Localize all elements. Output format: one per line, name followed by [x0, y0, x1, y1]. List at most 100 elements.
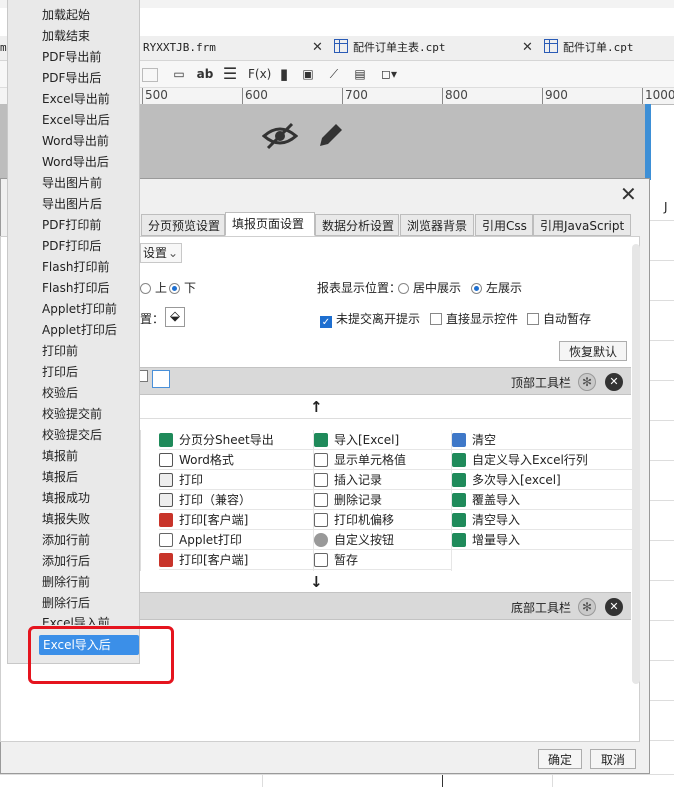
edit-pencil-icon[interactable] — [314, 120, 346, 152]
menu-item[interactable]: 添加行前 — [42, 530, 90, 550]
menu-item[interactable]: PDF打印后 — [42, 236, 101, 256]
menu-item[interactable]: 加载结束 — [42, 26, 90, 46]
position-top-radio[interactable]: 上 — [140, 279, 167, 296]
menu-item[interactable]: Word导出前 — [42, 131, 109, 151]
direct-controls-checkbox[interactable]: 直接显示控件 — [430, 310, 518, 327]
button-item[interactable]: 清空导入 — [452, 510, 632, 530]
tab-browser-bg[interactable]: 浏览器背景 — [400, 214, 474, 236]
button-item[interactable]: 覆盖导入 — [452, 490, 632, 510]
border-dropdown-icon[interactable]: ◻▾ — [378, 65, 400, 83]
image-icon[interactable]: ▣ — [300, 65, 316, 83]
slash-icon[interactable]: ⟋ — [326, 65, 342, 83]
button-item[interactable]: 增量导入 — [452, 530, 632, 550]
menu-item[interactable]: PDF打印前 — [42, 215, 101, 235]
menu-item[interactable]: 校验提交后 — [42, 425, 102, 445]
button-item[interactable]: Applet打印 — [159, 530, 313, 550]
tab-ryxxtjb[interactable]: RYXXTJB.frm — [143, 36, 216, 60]
menu-item[interactable]: Word导出后 — [42, 152, 109, 172]
button-label: 打印（兼容） — [179, 493, 252, 507]
close-icon[interactable]: ✕ — [605, 373, 623, 391]
eye-hidden-icon[interactable] — [262, 120, 298, 152]
menu-item[interactable]: 校验后 — [42, 383, 78, 403]
button-item[interactable]: 打印[客户端] — [159, 510, 313, 530]
menu-item[interactable]: PDF导出后 — [42, 68, 101, 88]
menu-item[interactable]: 填报失败 — [42, 509, 90, 529]
excel-icon — [452, 473, 466, 487]
paint-bucket-icon[interactable]: ⬙ — [165, 307, 185, 327]
button-item[interactable]: 自定义按钮 — [314, 530, 452, 550]
left-display-radio[interactable]: 左展示 — [471, 279, 522, 296]
button-item[interactable]: 插入记录 — [314, 470, 452, 490]
tab-data-analysis[interactable]: 数据分析设置 — [315, 214, 399, 236]
panel-scrollbar[interactable] — [632, 244, 640, 684]
menu-item[interactable]: Applet打印前 — [42, 299, 117, 319]
cancel-button[interactable]: 取消 — [590, 749, 636, 769]
tab-peijian[interactable]: 配件订单.cpt — [544, 36, 634, 60]
button-item[interactable]: 打印 — [159, 470, 313, 490]
menu-item[interactable]: PDF导出前 — [42, 47, 101, 67]
settings-dropdown[interactable]: 设置 ⌄ — [140, 243, 182, 263]
tab-ref-js[interactable]: 引用JavaScript — [533, 214, 631, 236]
restore-default-button[interactable]: 恢复默认 — [559, 341, 627, 361]
button-item[interactable]: 暂存 — [314, 550, 452, 570]
menu-item[interactable]: 删除行前 — [42, 572, 90, 592]
tab-peijian-main[interactable]: 配件订单主表.cpt — [334, 36, 446, 60]
position-bottom-radio[interactable]: 下 — [169, 279, 196, 296]
toolbar-preview-icon[interactable] — [152, 370, 170, 388]
tab-page-preview[interactable]: 分页预览设置 — [141, 214, 225, 236]
menu-item[interactable]: 添加行后 — [42, 551, 90, 571]
menu-item[interactable]: 填报后 — [42, 467, 78, 487]
confirm-button[interactable]: 确定 — [538, 749, 582, 769]
menu-item[interactable]: 校验提交前 — [42, 404, 102, 424]
menu-item[interactable]: Flash打印后 — [42, 278, 109, 298]
button-item[interactable]: 导入[Excel] — [314, 430, 452, 450]
arrow-down-icon[interactable]: ↓ — [310, 573, 323, 591]
button-item[interactable]: Word格式 — [159, 450, 313, 470]
formula-button[interactable]: F(x) — [248, 65, 271, 83]
menu-item[interactable]: Applet打印后 — [42, 320, 117, 340]
button-item[interactable]: 清空 — [452, 430, 632, 450]
text-ab-button[interactable]: ab — [196, 65, 214, 83]
menu-item[interactable]: Excel导出前 — [42, 89, 110, 109]
tab-fill-page[interactable]: 填报页面设置 — [225, 212, 315, 236]
gear-icon[interactable]: ✻ — [578, 373, 596, 391]
menu-item[interactable]: 填报前 — [42, 446, 78, 466]
button-item[interactable]: 打印机偏移 — [314, 510, 452, 530]
gear-icon[interactable]: ✻ — [578, 598, 596, 616]
menu-item[interactable]: 打印后 — [42, 362, 78, 382]
menu-item[interactable]: Excel导入前 — [42, 613, 110, 625]
arrow-up-icon[interactable]: ↑ — [310, 398, 323, 416]
chart-icon[interactable]: ▮ — [276, 65, 292, 83]
tab-close-icon[interactable]: ✕ — [522, 36, 543, 60]
center-display-radio[interactable]: 居中展示 — [398, 279, 461, 296]
dialog-close-icon[interactable]: ✕ — [620, 182, 637, 206]
panel-icon[interactable]: ▤ — [352, 65, 368, 83]
background-label: 置： — [140, 312, 165, 326]
close-icon[interactable]: ✕ — [605, 598, 623, 616]
tab-close-icon[interactable]: ✕ — [312, 36, 333, 60]
menu-item[interactable]: 导出图片前 — [42, 173, 102, 193]
button-item[interactable]: 多次导入[excel] — [452, 470, 632, 490]
menu-item[interactable]: 加载起始 — [42, 5, 90, 25]
menu-item[interactable]: 打印前 — [42, 341, 78, 361]
menu-item[interactable]: Excel导出后 — [42, 110, 110, 130]
menu-item[interactable]: 导出图片后 — [42, 194, 102, 214]
tab-partial-left[interactable]: m — [0, 36, 7, 60]
tab-ref-css[interactable]: 引用Css — [475, 214, 533, 236]
toolbar-buttons-grid: 分页分Sheet导出 Word格式 打印 打印（兼容） 打印[客户端] Appl… — [140, 430, 632, 571]
align-icon[interactable]: ☰ — [222, 65, 238, 83]
button-item[interactable]: 分页分Sheet导出 — [159, 430, 313, 450]
grid-icon[interactable] — [142, 68, 158, 82]
autosave-checkbox[interactable]: 自动暂存 — [527, 310, 591, 327]
unsubmitted-leave-checkbox[interactable]: ✓ 未提交离开提示 — [320, 310, 420, 328]
minus-icon[interactable]: ▭ — [172, 65, 186, 83]
button-item[interactable]: 自定义导入Excel行列 — [452, 450, 632, 470]
menu-item[interactable]: 填报成功 — [42, 488, 90, 508]
button-label: 多次导入[excel] — [472, 473, 561, 487]
button-item[interactable]: 打印[客户端] — [159, 550, 313, 570]
menu-item[interactable]: Flash打印前 — [42, 257, 109, 277]
menu-item[interactable]: 删除行后 — [42, 593, 90, 613]
button-item[interactable]: 删除记录 — [314, 490, 452, 510]
button-item[interactable]: 显示单元格值 — [314, 450, 452, 470]
button-item[interactable]: 打印（兼容） — [159, 490, 313, 510]
